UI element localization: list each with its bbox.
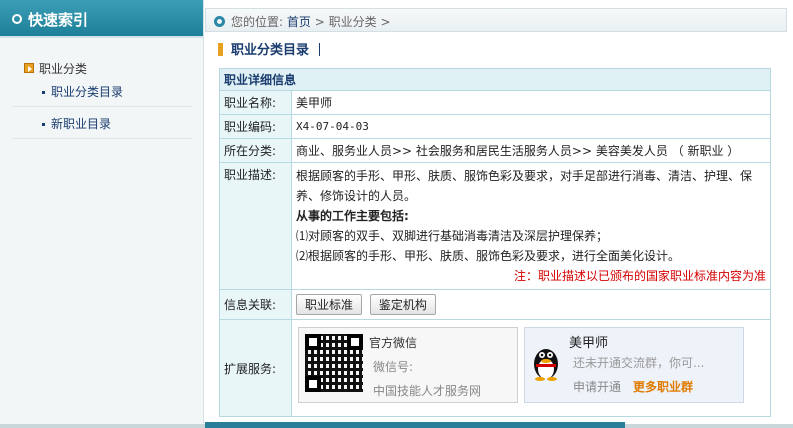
more-groups-link[interactable]: 更多职业群 [633, 378, 693, 395]
ring-icon [12, 14, 22, 24]
breadcrumb-separator: > [314, 15, 325, 29]
bottom-bar [205, 422, 625, 428]
breadcrumb-current: 职业分类 [328, 15, 377, 29]
breadcrumb-home-link[interactable]: 首页 [287, 15, 311, 29]
sidebar-title: 快速索引 [28, 11, 89, 29]
desc-note: 注：职业描述以已颁布的国家职业标准内容为准 [513, 269, 766, 283]
divider [12, 138, 192, 139]
sidebar-link-new-occupation[interactable]: 新职业目录 [42, 115, 111, 132]
qq-group-card: 美甲师 还未开通交流群，你可... 申请开通 更多职业群 [524, 327, 744, 403]
desc-subtitle: 从事的工作主要包括: [296, 209, 409, 223]
related-buttons: 职业标准 鉴定机构 [291, 289, 771, 320]
desc-item: ⑴对顾客的双手、双脚进行基础消毒清洁及深层护理保养； [296, 229, 609, 243]
page-title-text: 职业分类目录 [231, 43, 310, 58]
appraisal-agency-button[interactable]: 鉴定机构 [369, 294, 436, 315]
qq-status: 还未开通交流群，你可... [573, 356, 705, 370]
breadcrumb: 您的位置: 首页 > 职业分类 > [205, 8, 787, 32]
occupation-standard-button[interactable]: 职业标准 [296, 294, 363, 315]
occupation-description: 根据顾客的手形、甲形、肤质、服饰色彩及要求，对手足部进行消毒、清洁、护理、保养、… [291, 162, 771, 290]
sidebar-link-occupation-catalog[interactable]: 职业分类目录 [42, 83, 123, 100]
arrow-right-icon [24, 63, 34, 73]
sidebar-category[interactable]: 职业分类 [24, 60, 87, 77]
qq-occupation-name: 美甲师 [569, 336, 609, 351]
breadcrumb-prefix: 您的位置: [231, 15, 284, 29]
row-key: 扩展服务: [219, 319, 292, 417]
breadcrumb-separator: > [380, 15, 391, 29]
wechat-title: 官方微信 [369, 336, 418, 350]
occupation-category: 商业、服务业人员>> 社会服务和居民生活服务人员>> 美容美发人员 （ 新职业 … [291, 138, 771, 163]
table-row: 职业名称: 美甲师 [219, 90, 771, 115]
row-key: 职业描述: [219, 162, 292, 290]
occupation-name: 美甲师 [291, 90, 771, 115]
table-row: 信息关联: 职业标准 鉴定机构 [219, 289, 771, 320]
row-key: 信息关联: [219, 289, 292, 320]
row-key: 职业编码: [219, 114, 292, 139]
wechat-id-label: 微信号: [373, 360, 414, 374]
table-row: 职业描述: 根据顾客的手形、甲形、肤质、服饰色彩及要求，对手足部进行消毒、清洁、… [219, 162, 771, 290]
title-bar [319, 43, 321, 56]
page-title: 职业分类目录 [218, 39, 321, 58]
sidebar-category-label: 职业分类 [39, 62, 88, 76]
detail-header: 职业详细信息 [219, 68, 771, 91]
qr-code-icon [305, 334, 363, 392]
occupation-code: X4-07-04-03 [291, 114, 771, 139]
sidebar-header: 快速索引 [0, 0, 203, 38]
qq-penguin-icon [534, 349, 558, 381]
desc-text: 根据顾客的手形、甲形、肤质、服饰色彩及要求，对手足部进行消毒、清洁、护理、保养、… [296, 169, 753, 203]
wechat-card[interactable]: 官方微信 微信号: 中国技能人才服务网 [298, 327, 518, 403]
table-row: 所在分类: 商业、服务业人员>> 社会服务和居民生活服务人员>> 美容美发人员 … [219, 138, 771, 163]
detail-table: 职业详细信息 职业名称: 美甲师 职业编码: X4-07-04-03 所在分类:… [219, 68, 771, 417]
apply-open-link[interactable]: 申请开通 [573, 378, 621, 395]
location-icon [214, 16, 225, 27]
row-key: 所在分类: [219, 138, 292, 163]
extended-services: 官方微信 微信号: 中国技能人才服务网 美甲师 还未开通交流群，你可... 申请… [291, 319, 771, 417]
desc-item: ⑵根据顾客的手形、甲形、肤质、服饰色彩及要求，进行全面美化设计。 [296, 249, 681, 263]
row-key: 职业名称: [219, 90, 292, 115]
wechat-account-name: 中国技能人才服务网 [373, 384, 482, 398]
divider [12, 106, 192, 107]
title-tab-icon [218, 43, 223, 56]
table-row: 职业编码: X4-07-04-03 [219, 114, 771, 139]
sidebar: 快速索引 职业分类 职业分类目录 新职业目录 [0, 0, 204, 428]
table-row: 扩展服务: 官方微信 微信号: 中国技能人才服务网 美甲师 还未开通交流群，你可… [219, 319, 771, 417]
